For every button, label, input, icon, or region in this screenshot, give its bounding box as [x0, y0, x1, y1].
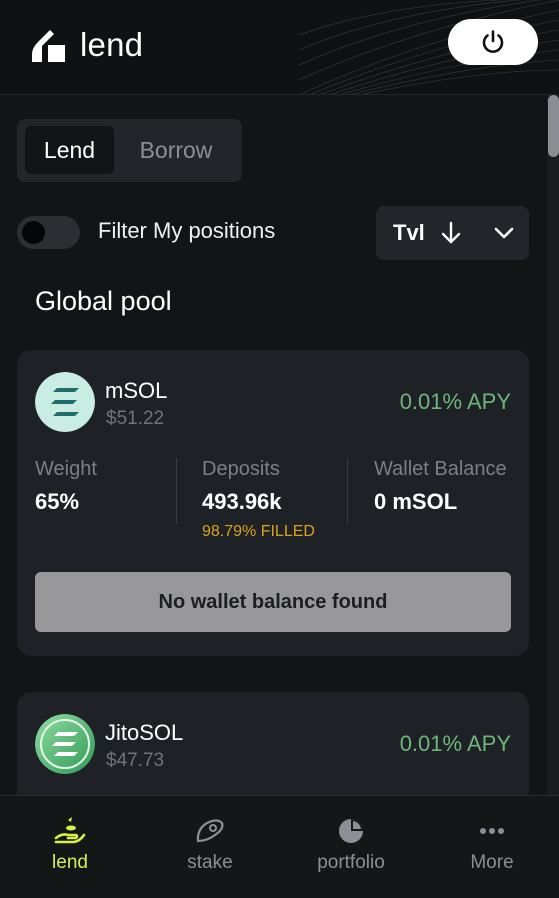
- token-price: $51.22: [106, 408, 165, 429]
- token-name: JitoSOL: [105, 720, 184, 745]
- scrollbar[interactable]: [547, 95, 559, 795]
- weight-stat: Weight 65%: [35, 458, 97, 515]
- nav-more[interactable]: More: [432, 816, 552, 874]
- bottom-navigation: lend stake portfolio More: [0, 795, 559, 898]
- pool-card: mSOL $51.22 0.01% APY Weight 65% Deposit…: [17, 350, 529, 656]
- nav-portfolio[interactable]: portfolio: [291, 816, 411, 874]
- wallet-balance-label: Wallet Balance: [374, 458, 507, 480]
- wallet-balance-value: 0 mSOL: [374, 489, 458, 514]
- nav-stake[interactable]: stake: [150, 816, 270, 874]
- weight-value: 65%: [35, 489, 80, 514]
- wallet-balance-stat: Wallet Balance 0 mSOL: [374, 458, 507, 515]
- deposits-stat: Deposits 493.96k 98.79% FILLED: [202, 458, 315, 541]
- section-title: Global pool: [35, 286, 172, 316]
- apy-value: 0.01% APY: [399, 731, 511, 756]
- filled-percentage: 98.79% FILLED: [202, 523, 315, 540]
- tab-borrow[interactable]: Borrow: [118, 126, 234, 174]
- stake-icon: [196, 819, 224, 843]
- filter-toggle[interactable]: [17, 216, 80, 249]
- nav-label: More: [470, 852, 514, 873]
- msol-token-icon: [35, 372, 95, 432]
- pie-chart-icon: [339, 819, 363, 843]
- divider: [176, 458, 177, 524]
- nav-label: portfolio: [317, 852, 385, 873]
- nav-label: stake: [187, 852, 233, 873]
- tab-lend[interactable]: Lend: [25, 126, 114, 174]
- more-dots-icon: [480, 828, 504, 834]
- power-icon: [482, 30, 504, 53]
- toggle-knob: [22, 221, 45, 244]
- deposits-label: Deposits: [202, 458, 280, 480]
- app-logo[interactable]: lend: [32, 26, 143, 64]
- sort-label: Tvl: [393, 220, 425, 245]
- token-price: $47.73: [106, 750, 165, 771]
- jitosol-token-icon: [35, 714, 95, 774]
- nav-lend[interactable]: lend: [10, 816, 130, 874]
- power-button[interactable]: [448, 19, 538, 65]
- apy-value: 0.01% APY: [399, 389, 511, 414]
- divider: [347, 458, 348, 524]
- no-wallet-balance-button[interactable]: No wallet balance found: [35, 572, 511, 632]
- sort-dropdown[interactable]: Tvl: [376, 206, 529, 260]
- filter-label: Filter My positions: [98, 218, 276, 243]
- weight-label: Weight: [35, 458, 97, 480]
- logo-mark-icon: [32, 30, 65, 62]
- scrollbar-thumb[interactable]: [548, 95, 559, 157]
- nav-label: lend: [52, 852, 88, 873]
- lend-icon: [54, 817, 86, 844]
- deposits-value: 493.96k: [202, 489, 282, 514]
- token-name: mSOL: [105, 378, 168, 403]
- arrow-down-icon[interactable]: [440, 221, 462, 245]
- app-header: lend: [0, 0, 559, 95]
- logo-text: lend: [80, 26, 144, 63]
- chevron-down-icon: [494, 227, 514, 239]
- lend-borrow-tabs: Lend Borrow: [17, 119, 242, 182]
